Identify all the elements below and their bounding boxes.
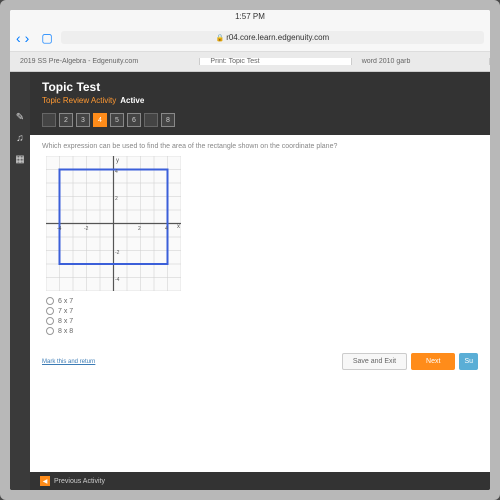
- next-button[interactable]: Next: [411, 353, 455, 370]
- answer-d: 8 x 8: [58, 328, 73, 335]
- prev-arrow-icon[interactable]: ◀: [40, 476, 50, 486]
- radio-a[interactable]: [46, 297, 54, 305]
- svg-text:2: 2: [115, 196, 118, 202]
- submit-button[interactable]: Su: [459, 353, 478, 370]
- answer-a: 6 x 7: [58, 298, 73, 305]
- lock-icon: 🔒: [215, 35, 224, 42]
- prev-activity-link[interactable]: Previous Activity: [54, 478, 105, 485]
- question-panel: Which expression can be used to find the…: [30, 135, 490, 472]
- side-toolbar: ✎ ♫ ▦: [10, 72, 30, 490]
- svg-text:y: y: [116, 158, 119, 164]
- back-icon[interactable]: ‹: [16, 30, 21, 46]
- question-text: Which expression can be used to find the…: [42, 143, 478, 150]
- tab-1[interactable]: 2019 SS Pre-Algebra - Edgenuity.com: [10, 58, 200, 65]
- answer-b: 7 x 7: [58, 308, 73, 315]
- browser-toolbar: ‹ › ▢ 🔒r04.core.learn.edgenuity.com: [10, 24, 490, 52]
- qnav-1[interactable]: [42, 113, 56, 127]
- qnav-6[interactable]: 6: [127, 113, 141, 127]
- headphones-icon[interactable]: ♫: [16, 133, 24, 144]
- svg-text:-4: -4: [57, 226, 62, 232]
- tab-2[interactable]: Print: Topic Test: [200, 58, 351, 65]
- url-text: r04.core.learn.edgenuity.com: [226, 33, 329, 42]
- answer-c: 8 x 7: [58, 318, 73, 325]
- status-bar: 1:57 PM: [10, 10, 490, 24]
- topic-header: Topic Test Topic Review Activity Active: [30, 72, 490, 109]
- tab-3[interactable]: word 2010 garb: [352, 58, 490, 65]
- qnav-3[interactable]: 3: [76, 113, 90, 127]
- footer-bar: ◀ Previous Activity: [30, 472, 490, 490]
- forward-icon[interactable]: ›: [25, 30, 30, 46]
- mark-return-link[interactable]: Mark this and return: [42, 359, 95, 365]
- pencil-icon[interactable]: ✎: [16, 112, 24, 123]
- qnav-4[interactable]: 4: [93, 113, 107, 127]
- topic-subtitle: Topic Review Activity: [42, 96, 116, 105]
- coordinate-plane: y x 4 2 -2 -4 -4 -2 2 4: [46, 156, 181, 291]
- qnav-2[interactable]: 2: [59, 113, 73, 127]
- bookmarks-icon[interactable]: ▢: [41, 31, 52, 45]
- qnav-8[interactable]: 8: [161, 113, 175, 127]
- svg-text:4: 4: [115, 169, 118, 175]
- calculator-icon[interactable]: ▦: [15, 154, 24, 165]
- svg-text:-2: -2: [115, 250, 120, 256]
- svg-text:x: x: [177, 224, 180, 230]
- page-title: Topic Test: [42, 80, 478, 94]
- svg-text:-4: -4: [115, 277, 120, 283]
- radio-b[interactable]: [46, 307, 54, 315]
- qnav-7[interactable]: [144, 113, 158, 127]
- clock: 1:57 PM: [235, 12, 265, 21]
- question-nav: 2 3 4 5 6 8: [30, 109, 490, 135]
- svg-text:4: 4: [165, 226, 168, 232]
- radio-c[interactable]: [46, 317, 54, 325]
- tab-strip: 2019 SS Pre-Algebra - Edgenuity.com Prin…: [10, 52, 490, 72]
- save-exit-button[interactable]: Save and Exit: [342, 353, 407, 370]
- active-label: Active: [120, 96, 144, 105]
- answer-list: 6 x 7 7 x 7 8 x 7 8 x 8: [46, 295, 478, 337]
- svg-text:-2: -2: [84, 226, 89, 232]
- svg-text:2: 2: [138, 226, 141, 232]
- url-field[interactable]: 🔒r04.core.learn.edgenuity.com: [61, 31, 484, 44]
- radio-d[interactable]: [46, 327, 54, 335]
- qnav-5[interactable]: 5: [110, 113, 124, 127]
